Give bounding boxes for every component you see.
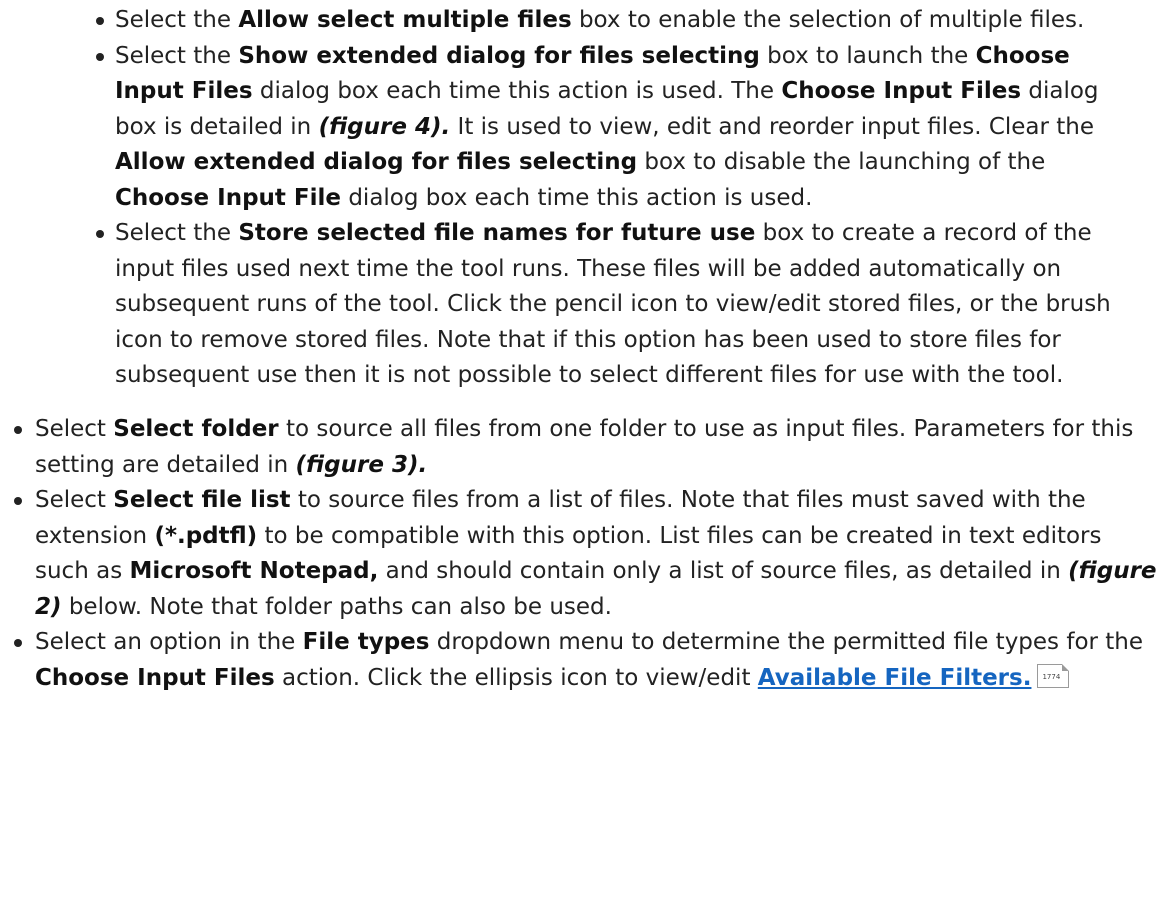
text: It is used to view, edit and reorder inp… [450,113,1095,140]
list-item-extended-dialog: Select the Show extended dialog for file… [0,39,1135,217]
bold-term: Select file list [113,487,291,513]
bold-term: Allow select multiple files [238,7,572,33]
text: box to disable the launching of the [637,149,1046,175]
bold-term: Choose Input Files [35,664,275,691]
bold-term: File types [302,629,430,655]
list-item-store-file-names: Select the Store selected file names for… [0,216,1135,394]
page-reference-number: 1774 [1042,672,1061,681]
text: box to launch the [759,42,976,69]
option-sublist: Select the Allow select multiple files b… [0,3,1135,394]
figure-reference: (figure 4). [318,113,451,140]
text: and should contain only a list of source… [378,558,1069,584]
bold-term: Choose Input File [115,184,342,211]
bold-term: Show extended dialog for files selecting [238,42,760,69]
option-list: Select Select folder to source all files… [0,412,1160,696]
text: Select the [115,42,239,69]
list-item-select-folder: Select Select folder to source all files… [0,412,1160,483]
text: dialog box each time this action is used… [252,78,782,104]
bold-term: Store selected file names for future use [238,220,756,246]
bold-term: Allow extended dialog for files selectin… [115,149,638,175]
bold-term: Select folder [113,416,279,442]
bold-term: Microsoft Notepad, [129,558,379,584]
figure-reference: (figure 3). [295,451,428,478]
text: box to enable the selection of multiple … [571,7,1085,33]
list-item-file-types: Select an option in the File types dropd… [0,625,1160,696]
text: Select [35,416,114,442]
list-item-allow-multiple: Select the Allow select multiple files b… [0,3,1135,39]
text: action. Click the ellipsis icon to view/… [274,664,758,691]
text: Select the [115,7,239,33]
list-item-select-file-list: Select Select file list to source files … [0,483,1160,625]
text: Select an option in the [35,629,303,655]
page-reference-icon[interactable]: 1774 [1037,663,1070,688]
text: dialog box each time this action is used… [341,184,813,211]
bold-term: (*.pdtfl) [154,522,258,549]
text: Select [35,487,114,513]
available-file-filters-link[interactable]: Available File Filters. [758,665,1032,691]
text: Select the [115,220,239,246]
bold-term: Choose Input Files [781,78,1022,104]
text: dropdown menu to determine the permitted… [429,629,1144,655]
text: below. Note that folder paths can also b… [61,593,612,620]
